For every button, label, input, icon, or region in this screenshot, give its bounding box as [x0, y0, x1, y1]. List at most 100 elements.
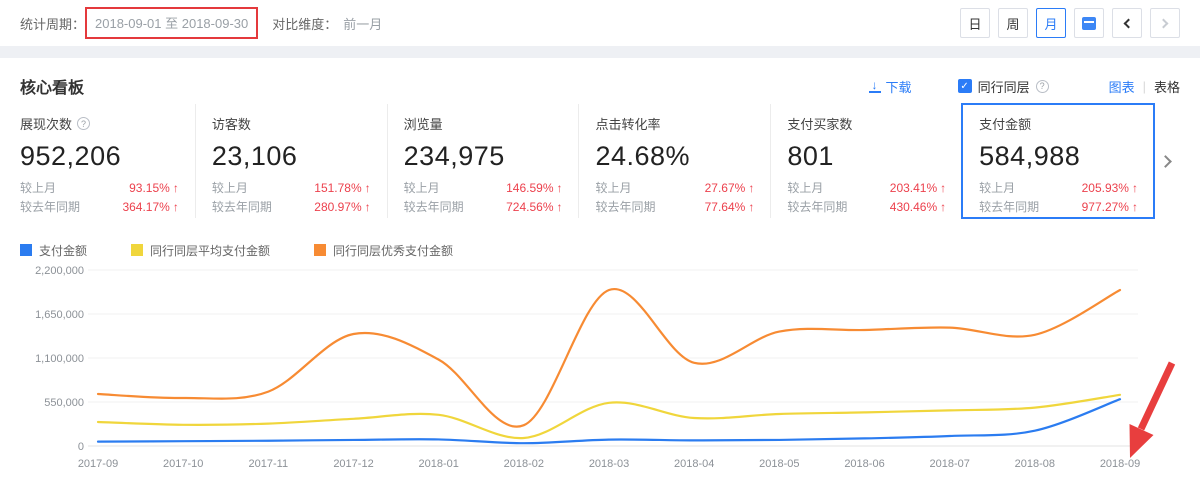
metric-card-payment-amount[interactable]: 支付金额 584,988 较上月 205.93% ↑ 较去年同期 977.27% ↑ [961, 103, 1155, 219]
yoy-label: 较去年同期 [979, 200, 1040, 214]
mom-label: 较上月 [211, 181, 248, 195]
help-icon[interactable]: ? [77, 117, 91, 130]
yoy-pct: 724.56% ↑ [506, 199, 563, 214]
help-icon[interactable]: ? [1035, 79, 1049, 93]
view-table-tab[interactable]: 表格 [1154, 77, 1180, 96]
legend-label: 同行同层优秀支付金额 [333, 243, 454, 258]
metric-card-impressions[interactable]: 展现次数 ? 952,206 较上月 93.15% ↑ 较去年同期 364.17%… [20, 104, 195, 218]
metric-cards-row: 展现次数 ? 952,206 较上月 93.15% ↑ 较去年同期 364.17%… [20, 103, 1180, 219]
mom-pct: 146.59% ↑ [506, 180, 563, 195]
svg-text:2018-07: 2018-07 [929, 458, 969, 470]
range-month-button[interactable]: 月 [1036, 8, 1066, 38]
calendar-icon [1082, 16, 1096, 30]
svg-text:2018-09: 2018-09 [1100, 458, 1140, 470]
svg-text:2018-03: 2018-03 [589, 458, 629, 470]
metric-card-paying-buyers[interactable]: 支付买家数 801 较上月 203.41% ↑ 较去年同期 430.46% ↑ [770, 104, 962, 218]
view-separator: | [1142, 78, 1146, 94]
legend-item[interactable]: 支付金额 [20, 242, 87, 259]
up-arrow-icon: ↑ [172, 180, 179, 195]
prev-period-button[interactable] [1112, 8, 1142, 38]
topbar: 统计周期： 2018-09-01 至 2018-09-30 对比维度： 前一月 … [0, 0, 1200, 46]
peer-checkbox[interactable]: ✓ [957, 79, 972, 93]
legend-swatch-icon [314, 244, 327, 256]
up-arrow-icon: ↑ [748, 199, 755, 214]
mom-label: 较上月 [979, 181, 1016, 195]
peer-toggle: ✓ 同行同层 ? [957, 77, 1049, 96]
metric-title: 支付金额 [979, 117, 1032, 132]
calendar-button[interactable] [1074, 8, 1104, 38]
svg-text:2017-09: 2017-09 [78, 458, 118, 470]
up-arrow-icon: ↑ [1131, 180, 1138, 195]
up-arrow-icon: ↑ [940, 199, 947, 214]
legend-item[interactable]: 同行同层平均支付金额 [131, 242, 270, 259]
period-value[interactable]: 2018-09-01 至 2018-09-30 [95, 16, 248, 31]
metric-card-ctr[interactable]: 点击转化率 24.68% 较上月 27.67% ↑ 较去年同期 77.64% ↑ [578, 104, 770, 218]
svg-text:1,650,000: 1,650,000 [35, 309, 84, 321]
legend-swatch-icon [131, 244, 144, 256]
mom-label: 较上月 [20, 181, 57, 195]
range-day-button[interactable]: 日 [960, 8, 990, 38]
up-arrow-icon: ↑ [172, 199, 179, 214]
range-week-button[interactable]: 周 [998, 8, 1028, 38]
legend-swatch-icon [20, 244, 32, 256]
metric-title: 支付买家数 [787, 117, 853, 132]
svg-text:550,000: 550,000 [44, 397, 84, 409]
trend-chart-svg[interactable]: 0 550,000 1,100,000 1,650,000 2,200,000 2017-… [20, 262, 1180, 474]
metric-value: 952,206 [20, 141, 122, 171]
svg-text:2018-04: 2018-04 [674, 458, 714, 470]
view-chart-tab[interactable]: 图表 [1109, 77, 1135, 96]
metric-value: 584,988 [979, 141, 1081, 171]
legend-label: 支付金额 [39, 243, 88, 258]
svg-text:2018-01: 2018-01 [418, 458, 458, 470]
chevron-right-icon [1159, 154, 1172, 168]
mom-pct: 93.15% ↑ [129, 180, 179, 195]
svg-text:2017-12: 2017-12 [333, 458, 373, 470]
compare-label: 对比维度： [272, 16, 338, 32]
yoy-pct: 430.46% ↑ [889, 199, 947, 214]
compare-value[interactable]: 前一月 [343, 14, 382, 33]
view-switch: 图表 | 表格 [1109, 77, 1180, 96]
download-icon: ↓ [868, 79, 881, 93]
cards-next-button[interactable] [1154, 104, 1180, 218]
svg-text:2018-06: 2018-06 [844, 458, 884, 470]
yoy-label: 较去年同期 [211, 200, 272, 214]
metric-title: 访客数 [211, 117, 251, 132]
legend-label: 同行同层平均支付金额 [150, 243, 271, 258]
up-arrow-icon: ↑ [364, 199, 371, 214]
svg-text:2,200,000: 2,200,000 [35, 265, 84, 277]
up-arrow-icon: ↑ [364, 180, 371, 195]
mom-label: 较上月 [403, 181, 440, 195]
metric-title: 浏览量 [403, 117, 443, 132]
download-button[interactable]: ↓ 下载 [868, 77, 912, 96]
chart-legend: 支付金额 同行同层平均支付金额 同行同层优秀支付金额 [20, 242, 1180, 258]
yoy-label: 较去年同期 [20, 200, 81, 214]
up-arrow-icon: ↑ [556, 180, 563, 195]
chevron-right-icon [1158, 18, 1169, 28]
up-arrow-icon: ↑ [1131, 199, 1138, 214]
svg-text:0: 0 [78, 441, 84, 453]
svg-text:2017-11: 2017-11 [249, 458, 289, 470]
period-label: 统计周期： [20, 16, 86, 32]
metric-value: 801 [787, 141, 834, 171]
core-dashboard-panel: 核心看板 ↓ 下载 ✓ 同行同层 ? 图表 | 表格 展现次数 ? 952,20… [0, 58, 1200, 490]
period-red-box-annotation: 2018-09-01 至 2018-09-30 [85, 7, 259, 39]
up-arrow-icon: ↑ [748, 180, 755, 195]
panel-header-controls: ↓ 下载 ✓ 同行同层 ? 图表 | 表格 [868, 77, 1180, 96]
legend-item[interactable]: 同行同层优秀支付金额 [314, 242, 453, 259]
trend-chart[interactable]: 0 550,000 1,100,000 1,650,000 2,200,000 2017-… [20, 262, 1180, 474]
yoy-pct: 280.97% ↑ [314, 199, 371, 214]
download-label: 下载 [885, 79, 912, 95]
metric-card-visitors[interactable]: 访客数 23,106 较上月 151.78% ↑ 较去年同期 280.97% ↑ [194, 104, 387, 218]
svg-text:2018-02: 2018-02 [504, 458, 544, 470]
metric-card-pageviews[interactable]: 浏览量 234,975 较上月 146.59% ↑ 较去年同期 724.56% ↑ [386, 104, 579, 218]
metric-value: 23,106 [211, 141, 298, 171]
metric-title: 展现次数 [20, 117, 73, 132]
panel-title: 核心看板 [20, 80, 85, 97]
mom-pct: 205.93% ↑ [1081, 180, 1138, 195]
yoy-pct: 364.17% ↑ [122, 199, 179, 214]
metric-title: 点击转化率 [595, 117, 661, 132]
up-arrow-icon: ↑ [556, 199, 563, 214]
panel-header: 核心看板 ↓ 下载 ✓ 同行同层 ? 图表 | 表格 [20, 58, 1180, 98]
mom-pct: 151.78% ↑ [314, 180, 371, 195]
next-period-button[interactable] [1150, 8, 1180, 38]
